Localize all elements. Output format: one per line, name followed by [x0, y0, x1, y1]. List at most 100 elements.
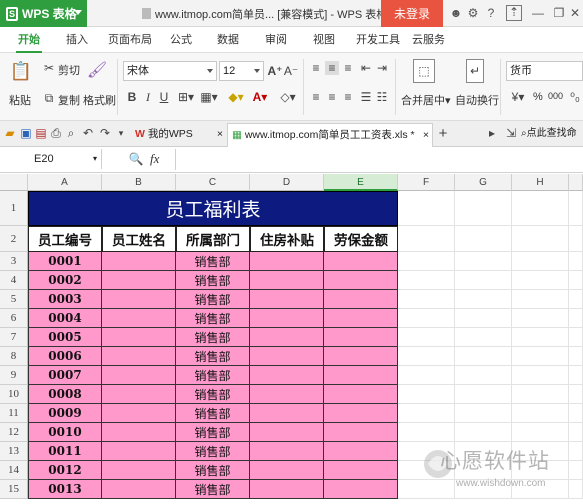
justify-icon[interactable]: ☰ [359, 90, 373, 104]
empty-cell[interactable] [569, 442, 583, 461]
help-button[interactable]: ? [483, 5, 499, 21]
align-bottom-icon[interactable]: ≡ [341, 61, 355, 75]
tab-view[interactable]: 视图 [313, 27, 335, 53]
empty-data-cell[interactable] [250, 271, 324, 290]
empty-data-cell[interactable] [102, 290, 176, 309]
percent-button[interactable]: % [533, 91, 543, 103]
row-header[interactable]: 3 [0, 252, 28, 271]
empty-data-cell[interactable] [250, 290, 324, 309]
empty-cell[interactable] [398, 271, 455, 290]
empty-cell[interactable] [398, 423, 455, 442]
row-header[interactable]: 4 [0, 271, 28, 290]
empty-data-cell[interactable] [102, 442, 176, 461]
wrap-text-label[interactable]: 自动换行 [455, 92, 499, 108]
empty-cell[interactable] [512, 191, 569, 226]
empty-data-cell[interactable] [324, 423, 398, 442]
header-cell[interactable]: 员工编号 [28, 226, 102, 252]
row-header[interactable]: 11 [0, 404, 28, 423]
fill-color-icon[interactable]: ◆▾ [226, 89, 246, 105]
empty-cell[interactable] [569, 309, 583, 328]
empty-data-cell[interactable] [250, 461, 324, 480]
column-header[interactable]: D [250, 174, 324, 191]
close-tab-icon[interactable]: × [217, 123, 223, 145]
department-cell[interactable]: 销售部 [176, 328, 250, 347]
employee-id-cell[interactable]: 0006 [28, 347, 102, 366]
empty-cell[interactable] [512, 290, 569, 309]
align-top-icon[interactable]: ≡ [309, 61, 323, 75]
row-header[interactable]: 9 [0, 366, 28, 385]
restore-icon[interactable]: ❐ [552, 5, 566, 21]
department-cell[interactable]: 销售部 [176, 252, 250, 271]
font-size-select[interactable]: 12 [219, 61, 264, 81]
increase-indent-icon[interactable]: ⇥ [375, 61, 389, 75]
empty-cell[interactable] [455, 328, 512, 347]
row-header[interactable]: 1 [0, 191, 28, 226]
empty-cell[interactable] [398, 480, 455, 499]
empty-cell[interactable] [398, 328, 455, 347]
employee-id-cell[interactable]: 0001 [28, 252, 102, 271]
scissors-icon[interactable]: ✂ [42, 61, 56, 75]
tab-cloud[interactable]: 云服务 [412, 27, 445, 53]
decrease-indent-icon[interactable]: ⇤ [359, 61, 373, 75]
redo-icon[interactable]: ↷ [99, 126, 111, 140]
column-header[interactable]: H [512, 174, 569, 191]
column-header[interactable]: B [102, 174, 176, 191]
print-icon[interactable]: ⎙ [50, 126, 62, 140]
row-header[interactable]: 13 [0, 442, 28, 461]
empty-cell[interactable] [398, 309, 455, 328]
empty-cell[interactable] [455, 347, 512, 366]
empty-data-cell[interactable] [324, 385, 398, 404]
share-icon[interactable]: ⇲ [505, 126, 517, 140]
settings-icon[interactable]: ⚙ [466, 5, 480, 21]
decrease-font-icon[interactable]: A⁻ [284, 63, 298, 79]
row-header[interactable]: 7 [0, 328, 28, 347]
empty-data-cell[interactable] [250, 252, 324, 271]
department-cell[interactable]: 销售部 [176, 309, 250, 328]
empty-cell[interactable] [455, 385, 512, 404]
zoom-search-icon[interactable]: 🔍 [128, 151, 144, 167]
empty-cell[interactable] [398, 404, 455, 423]
department-cell[interactable]: 销售部 [176, 290, 250, 309]
fx-button[interactable]: fx [150, 151, 159, 167]
doc-tab-my-wps[interactable]: W 我的WPS × [131, 123, 227, 147]
empty-data-cell[interactable] [102, 461, 176, 480]
merge-center-icon[interactable]: ⬚ [413, 59, 435, 83]
department-cell[interactable]: 销售部 [176, 347, 250, 366]
distributed-icon[interactable]: ☷ [375, 90, 389, 104]
wrap-text-icon[interactable]: ↵ [466, 59, 484, 83]
empty-cell[interactable] [455, 252, 512, 271]
name-box[interactable]: E20 ▾ [0, 149, 102, 169]
close-tab-icon[interactable]: × [423, 124, 429, 146]
empty-data-cell[interactable] [250, 347, 324, 366]
department-cell[interactable]: 销售部 [176, 461, 250, 480]
empty-cell[interactable] [569, 191, 583, 226]
empty-data-cell[interactable] [324, 309, 398, 328]
cut-label[interactable]: 剪切 [58, 62, 80, 78]
align-right-icon[interactable]: ≡ [341, 90, 355, 104]
empty-data-cell[interactable] [324, 442, 398, 461]
cell-style-icon[interactable]: ▦▾ [199, 89, 219, 105]
format-painter-icon[interactable]: 🖌 [87, 59, 107, 81]
empty-cell[interactable] [398, 366, 455, 385]
tab-developer[interactable]: 开发工具 [356, 27, 400, 53]
employee-id-cell[interactable]: 0002 [28, 271, 102, 290]
empty-data-cell[interactable] [102, 480, 176, 499]
column-header-partial[interactable] [569, 174, 583, 191]
empty-cell[interactable] [569, 385, 583, 404]
underline-icon[interactable]: U [157, 89, 171, 105]
tab-formulas[interactable]: 公式 [170, 27, 192, 53]
empty-data-cell[interactable] [250, 328, 324, 347]
open-folder-icon[interactable]: ▰ [4, 126, 16, 140]
doc-list-icon[interactable]: ▸ [486, 126, 498, 140]
empty-cell[interactable] [512, 252, 569, 271]
row-header[interactable]: 2 [0, 226, 28, 252]
department-cell[interactable]: 销售部 [176, 385, 250, 404]
formula-input[interactable] [175, 149, 583, 170]
employee-id-cell[interactable]: 0007 [28, 366, 102, 385]
empty-cell[interactable] [455, 271, 512, 290]
save-icon[interactable]: ▣ [20, 126, 32, 140]
select-all-corner[interactable] [0, 174, 28, 191]
empty-cell[interactable] [512, 309, 569, 328]
skin-icon[interactable]: ☻ [449, 5, 463, 21]
doc-tab-active[interactable]: ▦ www.itmop.com简单员工工资表.xls * × [227, 123, 433, 147]
